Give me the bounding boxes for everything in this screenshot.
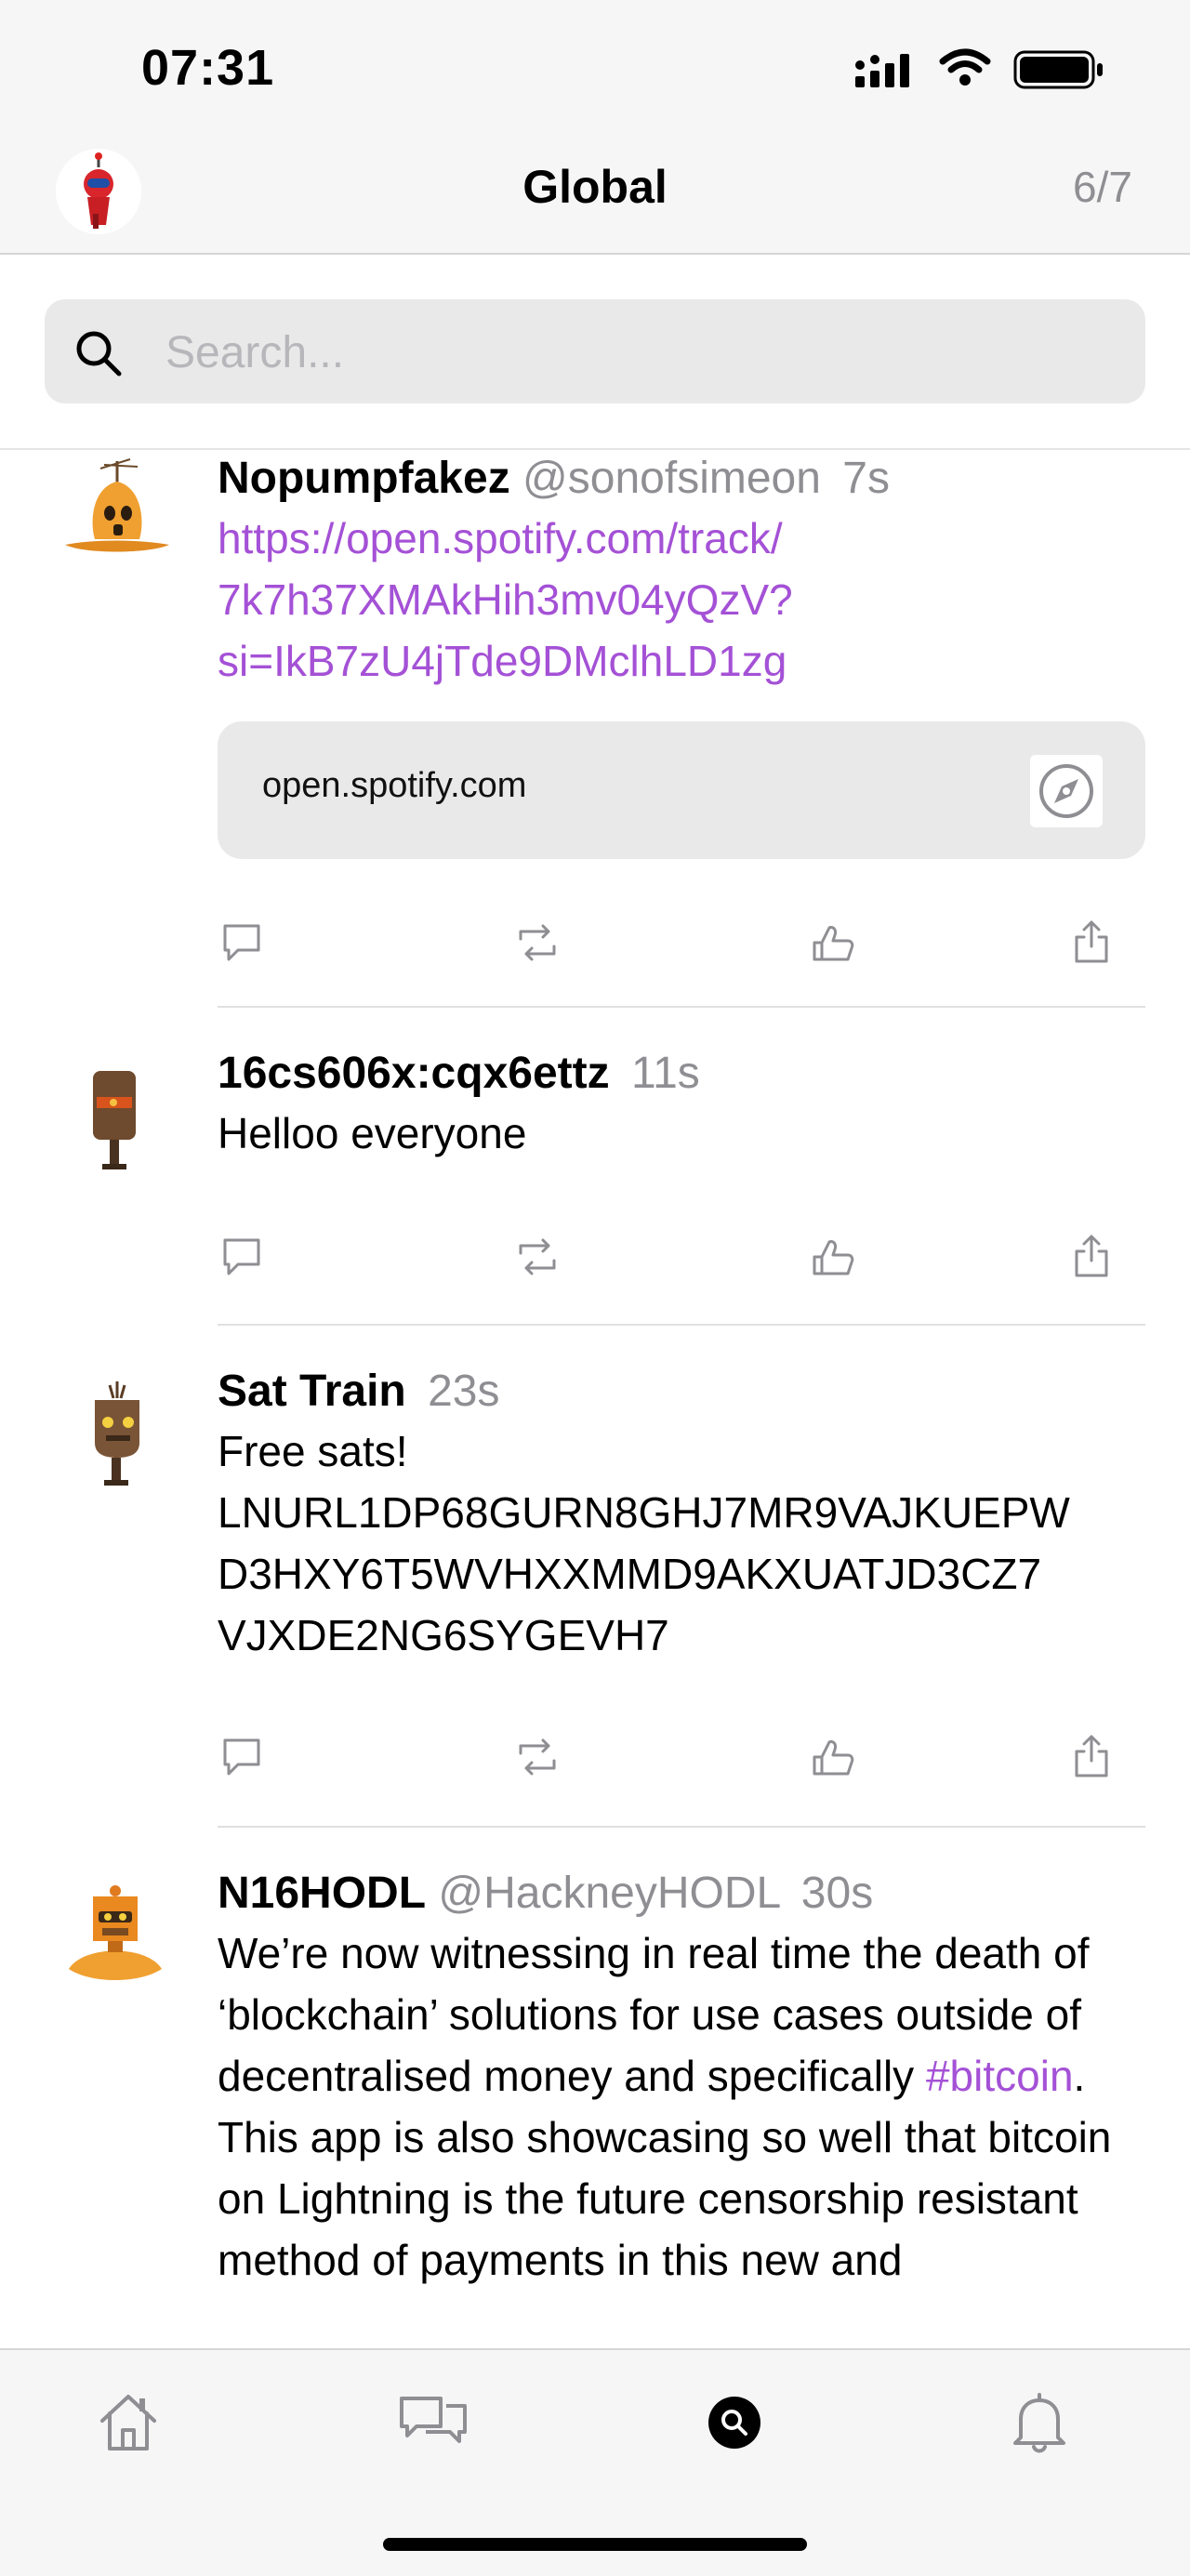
repost-icon[interactable] bbox=[513, 918, 562, 967]
robot-avatar-icon bbox=[93, 1071, 136, 1169]
post-header: Sat Train 23s bbox=[218, 1363, 1145, 1420]
share-icon[interactable] bbox=[1067, 1233, 1116, 1281]
post-text: We’re now witnessing in real time the de… bbox=[218, 1922, 1145, 2291]
cellular-signal-icon bbox=[855, 54, 909, 87]
search-input[interactable] bbox=[164, 322, 1097, 383]
post-actions bbox=[218, 918, 1145, 974]
notifications-icon[interactable] bbox=[1002, 2385, 1077, 2460]
author-name[interactable]: Sat Train bbox=[218, 1367, 406, 1416]
post-header: 16cs606x:cqx6ettz 11s bbox=[218, 1045, 1145, 1103]
post-time: 30s bbox=[800, 1869, 874, 1918]
post-divider bbox=[218, 1006, 1145, 1008]
text-line: LNURL1DP68GURN8GHJ7MR9VAJKUEPW bbox=[218, 1488, 1070, 1537]
like-icon[interactable] bbox=[809, 1733, 857, 1781]
author-name[interactable]: N16HODL bbox=[218, 1869, 426, 1918]
text-line: D3HXY6T5WVHXXMMD9AKXUATJD3CZ7 bbox=[218, 1550, 1042, 1598]
author-handle[interactable]: @HackneyHODL bbox=[438, 1869, 779, 1918]
text-line: VJXDE2NG6SYGEVH7 bbox=[218, 1611, 669, 1659]
robot-avatar-icon bbox=[95, 1381, 139, 1486]
post-text: Free sats! LNURL1DP68GURN8GHJ7MR9VAJKUEP… bbox=[218, 1420, 1145, 1666]
link-line[interactable]: 7k7h37XMAkHih3mv04yQzV? bbox=[218, 569, 1145, 630]
author-name[interactable]: Nopumpfakez bbox=[218, 454, 510, 503]
page-counter: 6/7 bbox=[1073, 163, 1132, 211]
post-divider bbox=[218, 1324, 1145, 1326]
preview-domain: open.spotify.com bbox=[262, 766, 527, 805]
open-in-browser-button[interactable] bbox=[1030, 755, 1103, 827]
share-icon[interactable] bbox=[1067, 918, 1116, 967]
link-preview-card[interactable]: open.spotify.com bbox=[218, 721, 1145, 859]
page-title: Global bbox=[522, 161, 668, 213]
link-line[interactable]: si=IkB7zU4jTde9DMclhLD1zg bbox=[218, 630, 1145, 692]
reply-icon[interactable] bbox=[218, 918, 266, 967]
status-time: 07:31 bbox=[141, 40, 275, 96]
search-section bbox=[0, 255, 1190, 450]
compass-icon bbox=[1039, 764, 1093, 818]
post-actions bbox=[218, 1233, 1145, 1288]
search-bar[interactable] bbox=[45, 299, 1145, 403]
repost-icon[interactable] bbox=[513, 1233, 562, 1281]
author-name[interactable]: 16cs606x:cqx6ettz bbox=[218, 1049, 610, 1098]
text-line: Helloo everyone bbox=[218, 1109, 527, 1157]
robot-avatar-icon bbox=[65, 458, 169, 552]
like-icon[interactable] bbox=[809, 918, 857, 967]
messages-icon[interactable] bbox=[396, 2385, 470, 2460]
post-time: 23s bbox=[428, 1367, 500, 1416]
robot-avatar-icon bbox=[69, 1885, 162, 1980]
reply-icon[interactable] bbox=[218, 1733, 266, 1781]
magnifier-icon bbox=[76, 331, 122, 376]
post-card[interactable]: N16HODL @HackneyHODL 30s We’re now witne… bbox=[0, 1865, 1190, 2346]
post-text: Helloo everyone bbox=[218, 1103, 1145, 1164]
battery-icon bbox=[1013, 50, 1103, 89]
post-link[interactable]: https://open.spotify.com/track/ 7k7h37XM… bbox=[218, 508, 1145, 692]
post-header: N16HODL @HackneyHODL 30s bbox=[218, 1865, 1145, 1922]
global-feed: Nopumpfakez @sonofsimeon 7s https://open… bbox=[0, 450, 1190, 2346]
share-icon[interactable] bbox=[1067, 1733, 1116, 1781]
post-actions bbox=[218, 1733, 1145, 1789]
post-card[interactable]: Nopumpfakez @sonofsimeon 7s https://open… bbox=[0, 450, 1190, 1008]
author-handle[interactable]: @sonofsimeon bbox=[522, 454, 821, 503]
post-time: 7s bbox=[842, 454, 890, 503]
link-line[interactable]: https://open.spotify.com/track/ bbox=[218, 508, 1145, 569]
text-line: Free sats! bbox=[218, 1427, 408, 1475]
post-divider bbox=[218, 1826, 1145, 1828]
post-card[interactable]: 16cs606x:cqx6ettz 11s Helloo everyone bbox=[0, 1045, 1190, 1324]
home-icon[interactable] bbox=[91, 2385, 165, 2460]
like-icon[interactable] bbox=[809, 1233, 857, 1281]
search-icon[interactable] bbox=[697, 2385, 772, 2460]
home-indicator[interactable] bbox=[383, 2538, 807, 2551]
post-time: 11s bbox=[630, 1049, 700, 1098]
status-bar: 07:31 bbox=[0, 0, 1190, 139]
repost-icon[interactable] bbox=[513, 1733, 562, 1781]
post-header: Nopumpfakez @sonofsimeon 7s bbox=[218, 450, 1145, 508]
top-navigation-bar: Global 6/7 bbox=[0, 139, 1190, 255]
wifi-icon bbox=[939, 48, 991, 86]
post-card[interactable]: Sat Train 23s Free sats! LNURL1DP68GURN8… bbox=[0, 1363, 1190, 1828]
hashtag-link[interactable]: #bitcoin bbox=[926, 2052, 1074, 2100]
reply-icon[interactable] bbox=[218, 1233, 266, 1281]
